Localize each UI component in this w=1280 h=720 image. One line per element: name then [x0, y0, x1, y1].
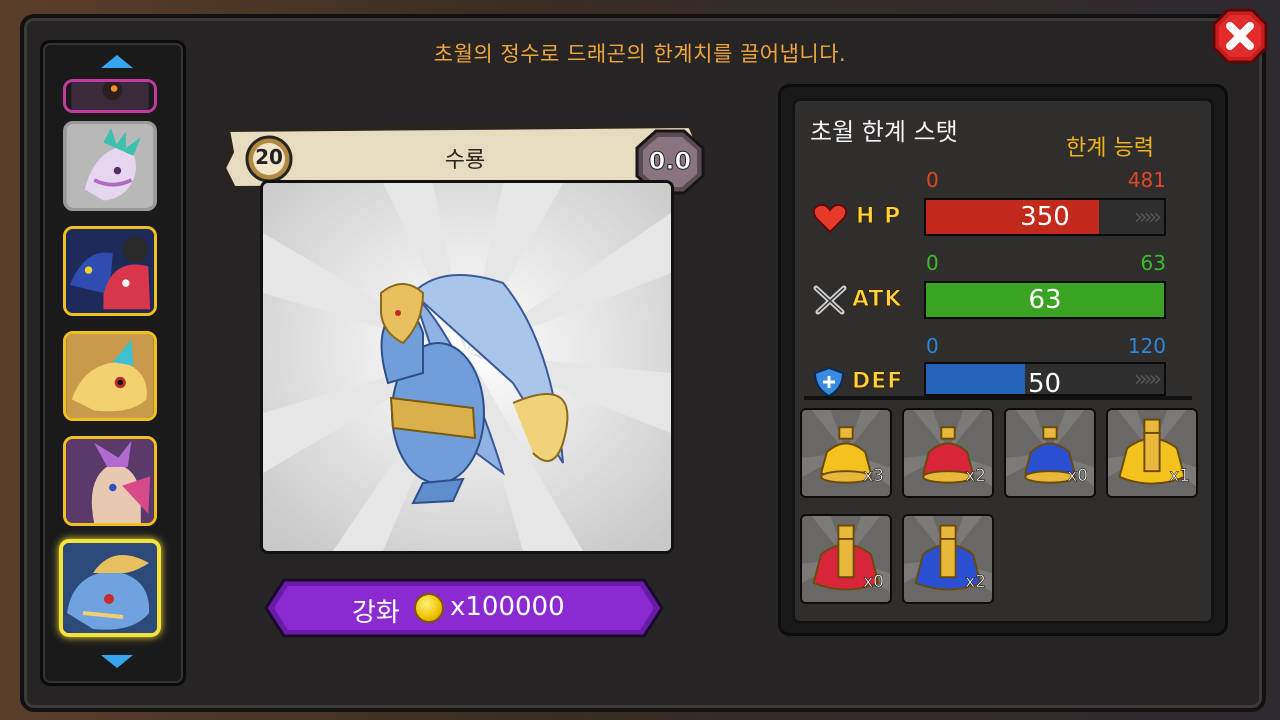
atk-bar: ››››› 63 [924, 281, 1166, 319]
def-min-value: 0 [926, 334, 939, 358]
dragon-level: 20 [255, 145, 283, 169]
def-max-value: 120 [1127, 334, 1166, 358]
scroll-up-arrow-icon[interactable] [101, 55, 133, 68]
hp-min-value: 0 [926, 168, 939, 192]
dragon-rating: 0.0 [648, 147, 692, 176]
item-slot-2[interactable]: x0 [1004, 408, 1096, 498]
dragon-portrait-2[interactable] [63, 226, 157, 316]
item-count: x2 [965, 466, 986, 487]
close-button[interactable] [1210, 6, 1270, 66]
item-slot-5[interactable]: x2 [902, 514, 994, 604]
atk-min-value: 0 [926, 251, 939, 275]
item-count: x3 [863, 466, 884, 487]
hp-max-value: 481 [1127, 168, 1166, 192]
dragon-artwork [260, 180, 674, 554]
close-icon [1212, 8, 1268, 64]
item-slot-4[interactable]: x0 [800, 514, 892, 604]
hp-value: 350 [1020, 202, 1070, 232]
atk-max-value: 63 [1140, 251, 1166, 275]
item-slot-0[interactable]: x3 [800, 408, 892, 498]
item-slot-1[interactable]: x2 [902, 408, 994, 498]
atk-label: ATK [851, 287, 903, 313]
item-count: x2 [965, 572, 986, 593]
heart-icon [812, 203, 848, 234]
hp-bar: ››››› 350 [924, 198, 1166, 236]
def-bar: ››››› 50 [924, 362, 1166, 396]
item-count: x0 [1067, 466, 1088, 487]
dragon-portrait-1[interactable] [63, 121, 157, 211]
gold-coin-icon [414, 593, 444, 623]
shield-icon [813, 366, 845, 398]
dragon-portrait-3[interactable] [63, 331, 157, 421]
dragon-portrait-4[interactable] [63, 436, 157, 526]
dragon-list-sidebar [40, 40, 186, 686]
dragon-name: 수룡 [444, 148, 486, 173]
crossed-swords-icon [813, 285, 847, 315]
item-count: x0 [863, 572, 884, 593]
instruction-text: 초월의 정수로 드래곤의 한계치를 끌어냅니다. [433, 42, 847, 66]
def-label: DEF [851, 369, 904, 395]
upgrade-cost: x100000 [450, 592, 565, 622]
dragon-portrait-0[interactable] [63, 79, 157, 113]
upgrade-label: 강화 [352, 598, 400, 628]
stats-divider [804, 396, 1192, 400]
def-value: 50 [1028, 369, 1062, 396]
item-count: x1 [1169, 466, 1190, 487]
scroll-down-arrow-icon[interactable] [101, 655, 133, 668]
stats-title: 초월 한계 스탯 [810, 118, 958, 146]
hp-label: H P [855, 204, 902, 230]
atk-value: 63 [1028, 285, 1062, 315]
item-slot-3[interactable]: x1 [1106, 408, 1198, 498]
stats-subtitle: 한계 능력 [1066, 136, 1154, 161]
dragon-portrait-selected[interactable] [59, 539, 161, 637]
